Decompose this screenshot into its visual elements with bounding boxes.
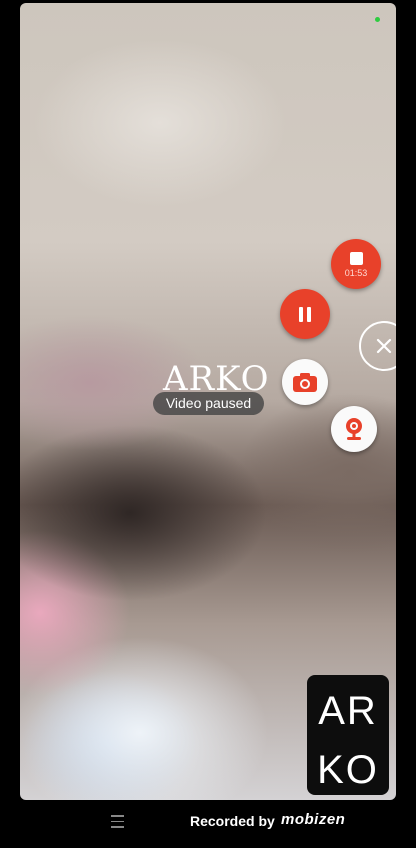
mobizen-logo: mobizen [281,811,346,828]
status-indicator [375,17,380,22]
stop-icon [349,252,363,265]
camera-icon [293,373,317,392]
channel-logo: AR KO [307,675,389,795]
webcam-icon [346,418,362,440]
menu-icon[interactable] [111,815,124,829]
stop-recording-button[interactable]: 01:53 [331,239,381,289]
screenshot-button[interactable] [282,359,328,405]
face-cam-button[interactable] [331,406,377,452]
logo-line-2: KO [317,748,379,792]
pause-recording-button[interactable] [280,289,330,339]
video-preview: AR KO Video paused 01:53 AR KO [20,3,396,800]
recording-timer: 01:53 [344,268,368,278]
video-paused-badge: Video paused [153,392,264,415]
pause-icon [299,306,311,322]
navigation-bar: Recorded by mobizen [0,800,416,848]
recorded-by-label: Recorded by [190,813,275,829]
close-icon [376,338,392,354]
close-controls-button[interactable] [359,321,396,371]
logo-line-1: AR [318,689,378,733]
